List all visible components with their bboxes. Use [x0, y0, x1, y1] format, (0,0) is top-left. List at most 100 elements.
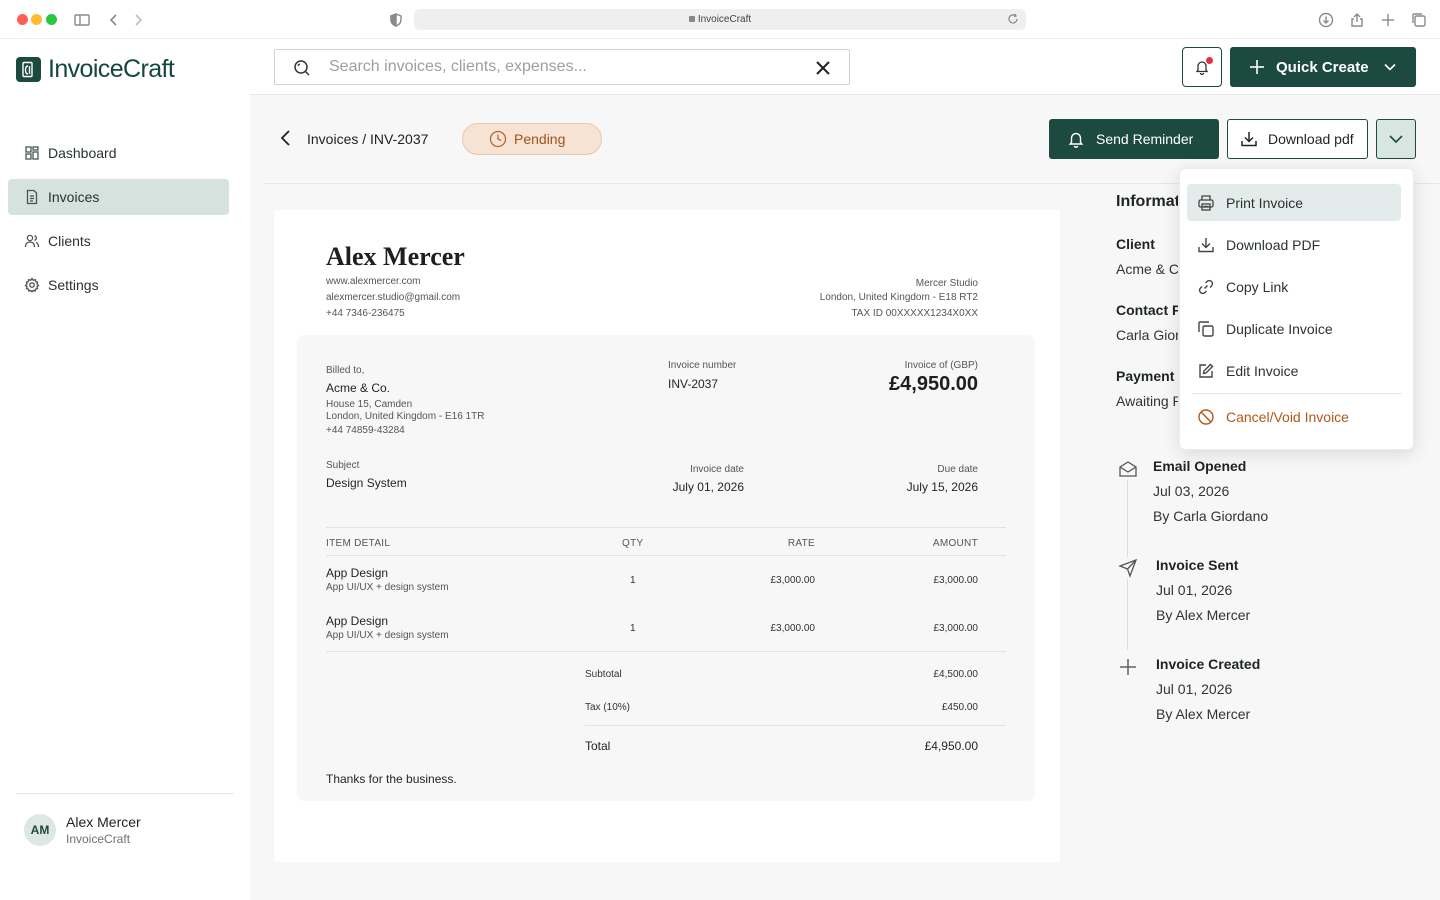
send-reminder-button[interactable]: Send Reminder — [1049, 119, 1219, 159]
table-divider — [326, 651, 1006, 652]
sidebar-item-invoices[interactable]: Invoices — [8, 179, 229, 215]
new-tab-icon[interactable] — [1378, 10, 1398, 30]
search-box — [274, 49, 850, 85]
column-header-amount: AMOUNT — [932, 538, 978, 549]
menu-item-label: Download PDF — [1226, 236, 1321, 253]
quick-create-button[interactable]: Quick Create — [1230, 47, 1416, 87]
sidebar: InvoiceCraft Dashboard Invoices Clients … — [0, 39, 250, 900]
app-name: InvoiceCraft — [48, 55, 175, 83]
chevron-down-icon — [1383, 63, 1396, 71]
invoice-amount: £4,950.00 — [889, 373, 978, 395]
downloads-icon[interactable] — [1316, 10, 1336, 30]
download-icon — [1241, 132, 1257, 147]
privacy-shield-icon[interactable] — [386, 10, 406, 30]
edit-icon — [1199, 363, 1214, 378]
chevron-down-icon — [1389, 135, 1403, 144]
menu-item-label: Edit Invoice — [1226, 362, 1299, 379]
menu-item-duplicate-invoice[interactable]: Duplicate Invoice — [1187, 310, 1401, 347]
avatar: AM — [24, 814, 56, 846]
timeline-title: Email Opened — [1153, 458, 1247, 474]
plus-icon — [1117, 656, 1139, 678]
timeline-date: Jul 01, 2026 — [1156, 681, 1233, 697]
due-date-label: Due date — [937, 464, 978, 475]
sender-name: Alex Mercer — [326, 242, 465, 271]
sender-phone: +44 7346-236475 — [326, 308, 405, 319]
tab-overview-icon[interactable] — [1409, 10, 1429, 30]
clock-icon — [489, 130, 507, 148]
client-phone: +44 74859-43284 — [326, 425, 405, 436]
ban-icon — [1198, 408, 1214, 425]
table-divider — [326, 527, 1006, 528]
total-value: £4,950.00 — [924, 739, 978, 753]
app-logo[interactable]: InvoiceCraft — [16, 55, 175, 84]
sidebar-item-settings[interactable]: Settings — [8, 267, 229, 303]
timeline-title: Invoice Created — [1156, 656, 1261, 672]
timeline-date: Jul 03, 2026 — [1153, 483, 1230, 499]
invoice-amount-label: Invoice of (GBP) — [904, 360, 978, 371]
item-amount: £3,000.00 — [933, 575, 979, 586]
send-icon — [1117, 557, 1139, 579]
subject-value: Design System — [326, 476, 407, 490]
notifications-button[interactable] — [1182, 47, 1222, 87]
timeline-actor: By Carla Giordano — [1153, 508, 1269, 524]
total-label: Total — [585, 739, 611, 753]
client-address-2: London, United Kingdom - E16 1TR — [326, 411, 485, 422]
column-header-rate: RATE — [787, 538, 815, 549]
search-input[interactable] — [329, 57, 799, 77]
grid-icon — [25, 146, 39, 160]
breadcrumb[interactable]: Invoices / INV-2037 — [307, 131, 428, 147]
billed-to-label: Billed to, — [326, 365, 365, 376]
sidebar-item-dashboard[interactable]: Dashboard — [8, 135, 229, 171]
close-window-button[interactable] — [17, 14, 28, 25]
browser-back-icon[interactable] — [104, 10, 124, 30]
invoice-document: Alex Mercer www.alexmercer.com alexmerce… — [274, 210, 1060, 862]
user-profile[interactable]: AM Alex Mercer InvoiceCraft — [16, 793, 234, 846]
printer-icon — [1198, 194, 1214, 211]
payment-value: Awaiting Payment — [1116, 393, 1178, 409]
sidebar-toggle-icon[interactable] — [72, 10, 92, 30]
client-label: Client — [1116, 236, 1155, 252]
maximize-window-button[interactable] — [46, 14, 57, 25]
reload-icon[interactable] — [1006, 12, 1020, 26]
url-bar[interactable]: InvoiceCraft — [414, 9, 1026, 30]
minimize-window-button[interactable] — [31, 14, 42, 25]
sidebar-item-clients[interactable]: Clients — [8, 223, 229, 259]
menu-item-cancel-void-invoice[interactable]: Cancel/Void Invoice — [1187, 398, 1401, 435]
back-arrow-icon[interactable] — [278, 129, 294, 147]
share-icon[interactable] — [1347, 10, 1367, 30]
due-date: July 15, 2026 — [906, 480, 978, 494]
subtotal-value: £4,500.00 — [933, 669, 979, 680]
timeline-actor: By Alex Mercer — [1156, 607, 1251, 623]
browser-chrome: InvoiceCraft — [0, 0, 1440, 39]
column-header-item: ITEM DETAIL — [326, 538, 391, 549]
notification-badge — [1206, 57, 1213, 64]
subject-label: Subject — [326, 460, 360, 471]
clear-search-icon[interactable] — [813, 58, 833, 78]
gear-icon — [24, 277, 40, 293]
menu-item-print-invoice[interactable]: Print Invoice — [1187, 184, 1401, 221]
browser-forward-icon[interactable] — [128, 10, 148, 30]
client-name: Acme & Co. — [326, 381, 391, 395]
tax-id: TAX ID 00XXXXX1234X0XX — [851, 308, 978, 319]
menu-item-edit-invoice[interactable]: Edit Invoice — [1187, 352, 1401, 389]
download-pdf-button[interactable]: Download pdf — [1227, 119, 1368, 159]
menu-item-label: Print Invoice — [1226, 194, 1304, 211]
document-icon — [26, 189, 38, 205]
item-rate: £3,000.00 — [770, 575, 816, 586]
sidebar-item-label: Settings — [48, 277, 99, 293]
menu-item-label: Cancel/Void Invoice — [1226, 408, 1349, 425]
menu-item-copy-link[interactable]: Copy Link — [1187, 268, 1401, 305]
item-description: App UI/UX + design system — [326, 630, 449, 641]
item-rate: £3,000.00 — [770, 623, 816, 634]
item-qty: 1 — [630, 575, 636, 586]
topbar: Quick Create — [250, 39, 1440, 95]
menu-item-label: Copy Link — [1226, 278, 1289, 295]
contact-value: Carla Giordano — [1116, 327, 1178, 343]
plus-icon — [1250, 60, 1264, 74]
contact-label: Contact Person — [1116, 302, 1178, 318]
tax-value: £450.00 — [941, 702, 978, 713]
more-actions-button[interactable] — [1376, 119, 1416, 159]
download-icon — [1198, 237, 1214, 252]
invoice-number: INV-2037 — [668, 377, 719, 391]
menu-item-download-pdf[interactable]: Download PDF — [1187, 226, 1401, 263]
